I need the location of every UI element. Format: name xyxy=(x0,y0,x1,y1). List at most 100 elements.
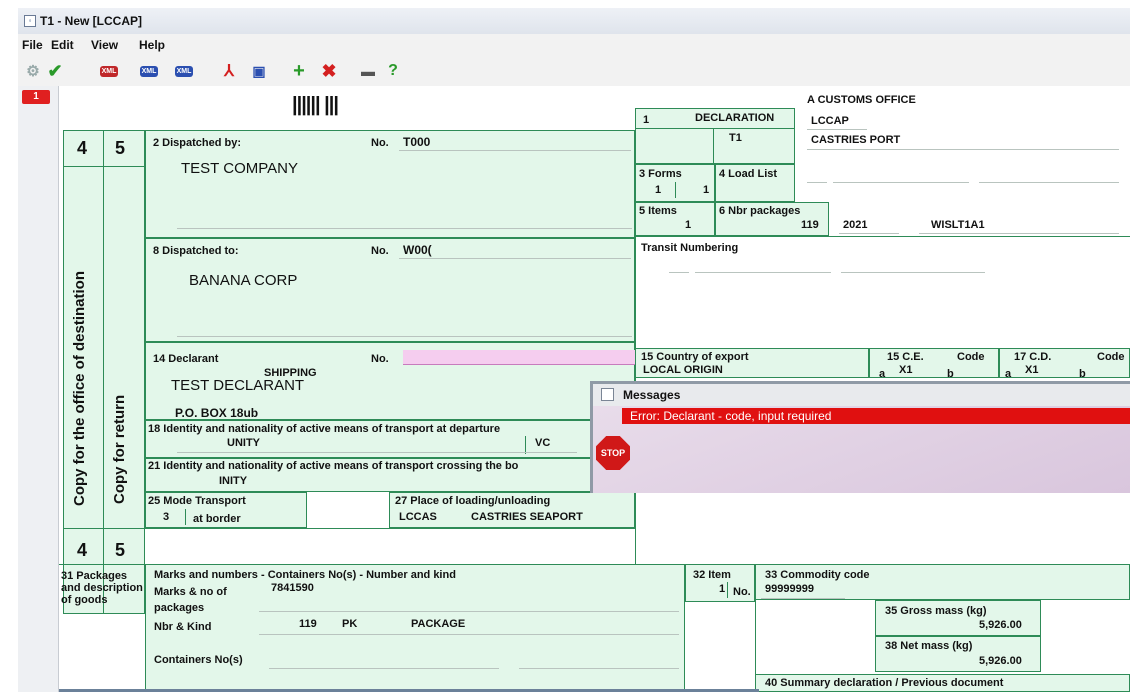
messages-dialog: Messages Error: Declarant - code, input … xyxy=(590,381,1130,493)
page-tab-1[interactable]: 1 xyxy=(22,90,50,104)
box-2-address-underline xyxy=(177,228,632,229)
ref-line xyxy=(833,182,969,183)
ref-year: 2021 xyxy=(843,219,868,231)
menu-help[interactable]: Help xyxy=(139,38,165,52)
customs-office-code[interactable]: LCCAP xyxy=(811,115,849,127)
customs-office-label: A CUSTOMS OFFICE xyxy=(807,94,916,106)
box-31-containers-underline xyxy=(269,668,499,669)
copy-number-right-bottom: 5 xyxy=(115,540,126,560)
box-33-underline xyxy=(761,598,845,599)
xml-download-icon[interactable]: XML xyxy=(96,59,122,83)
delete-item-icon[interactable]: ✖ xyxy=(316,59,342,83)
box-33-value[interactable]: 99999999 xyxy=(765,583,814,595)
box-31-nbr-value[interactable]: 119 xyxy=(299,618,317,630)
box-31-marks-label: Marks & no of packages xyxy=(154,586,227,614)
box-18-value[interactable]: UNITY xyxy=(227,437,260,449)
box-31-containers-underline-2 xyxy=(519,668,679,669)
pdf-icon[interactable]: ⅄ xyxy=(216,59,242,83)
box-15-value[interactable]: LOCAL ORIGIN xyxy=(643,364,723,376)
box-3-b[interactable]: 1 xyxy=(703,184,709,196)
box-5-label: 5 Items xyxy=(639,205,677,217)
box-14-no-field[interactable] xyxy=(403,350,635,365)
box-8-no-underline xyxy=(399,258,631,259)
divider xyxy=(63,166,145,167)
box-8-address-underline xyxy=(177,336,632,337)
validate-check-icon[interactable]: ✔ xyxy=(42,59,68,83)
box-21-value[interactable]: INITY xyxy=(219,475,247,487)
box-31-header: Marks and numbers - Containers No(s) - N… xyxy=(154,569,456,581)
box-3-label: 3 Forms xyxy=(639,168,682,180)
box-32-label: 32 Item xyxy=(693,569,731,581)
box-2-name-field[interactable]: TEST COMPANY xyxy=(181,160,298,177)
box-27-code[interactable]: LCCAS xyxy=(399,511,437,523)
box-27-name: CASTRIES SEAPORT xyxy=(471,511,583,523)
box-14-name-field[interactable]: TEST DECLARANT xyxy=(171,377,304,394)
xml-export-icon[interactable]: XML xyxy=(136,59,162,83)
box-38-label: 38 Net mass (kg) xyxy=(885,640,973,652)
box-25-label: 25 Mode Transport xyxy=(148,495,246,507)
box-6-label: 6 Nbr packages xyxy=(719,205,801,217)
copy-number-left-bottom: 4 xyxy=(77,540,88,560)
messages-header: Messages xyxy=(593,384,1130,406)
print-icon[interactable]: ▬ xyxy=(355,59,381,83)
box-6-value: 119 xyxy=(801,219,819,231)
add-item-icon[interactable]: + xyxy=(286,59,312,83)
ref-line xyxy=(979,182,1119,183)
box-31-nbr-underline xyxy=(259,634,679,635)
messages-title: Messages xyxy=(623,388,681,402)
box-25-sub: at border xyxy=(193,513,241,525)
ref-code-underline xyxy=(919,233,1119,234)
box-18-label: 18 Identity and nationality of active me… xyxy=(148,423,501,435)
box-31-containers-label: Containers No(s) xyxy=(154,654,243,666)
copy-number-left: 4 xyxy=(77,138,88,158)
box-31-marks-underline xyxy=(259,611,679,612)
menu-file[interactable]: File xyxy=(22,38,43,52)
transit-line xyxy=(695,272,831,273)
box-35-value[interactable]: 5,926.00 xyxy=(979,619,1022,631)
window-menu-icon[interactable]: ◦ xyxy=(24,15,36,27)
divider xyxy=(63,528,145,529)
transit-line xyxy=(841,272,985,273)
menu-edit[interactable]: Edit xyxy=(51,38,74,52)
box-33-label: 33 Commodity code xyxy=(765,569,870,581)
divider xyxy=(635,128,795,129)
box-38-value[interactable]: 5,926.00 xyxy=(979,655,1022,667)
menu-view[interactable]: View xyxy=(91,38,118,52)
box-8-name-field[interactable]: BANANA CORP xyxy=(189,272,297,289)
barcode: |||||| ||| xyxy=(292,94,339,116)
customs-office-code-underline xyxy=(807,129,867,130)
box-15-label: 15 Country of export xyxy=(641,351,749,363)
box-31-label: 31 Packages and description of goods xyxy=(61,570,143,606)
box-15ce-b: b xyxy=(947,368,954,380)
box-17cd-value[interactable]: X1 xyxy=(1025,364,1038,376)
copy-return-label: Copy for return xyxy=(111,394,128,504)
box-31-kind-code[interactable]: PK xyxy=(342,618,357,630)
box-31-kind-name: PACKAGE xyxy=(411,618,466,630)
box-3-a[interactable]: 1 xyxy=(655,184,661,196)
preview-icon[interactable]: ▣ xyxy=(246,59,272,83)
box-2-label: 2 Dispatched by: xyxy=(153,137,242,149)
box-2-no-label: No. xyxy=(371,137,389,149)
box-2-no-underline xyxy=(399,150,631,151)
box-8-no-field[interactable]: W00( xyxy=(403,243,432,257)
copy-destination-label: Copy for the office of destination xyxy=(71,271,88,506)
error-message[interactable]: Error: Declarant - code, input required xyxy=(622,408,1130,424)
messages-window-icon[interactable] xyxy=(601,388,614,401)
box-25-value[interactable]: 3 xyxy=(163,511,169,523)
customs-office-name: CASTRIES PORT xyxy=(811,134,901,146)
box-15ce-label: 15 C.E. xyxy=(887,351,924,363)
box-15ce-value[interactable]: X1 xyxy=(899,364,912,376)
help-icon[interactable]: ? xyxy=(380,59,406,83)
copy-number-right: 5 xyxy=(115,138,126,158)
xml-import-icon[interactable]: XML xyxy=(171,59,197,83)
box-18-nationality[interactable]: VC xyxy=(535,437,550,449)
box-32-value: 1 xyxy=(719,583,726,595)
box-2-no-field[interactable]: T000 xyxy=(403,135,430,149)
box-31-marks-value[interactable]: 7841590 xyxy=(271,582,314,594)
box-8-no-label: No. xyxy=(371,245,389,257)
box-1-declaration-field[interactable]: T1 xyxy=(729,132,742,144)
customs-office-name-underline xyxy=(807,149,1119,150)
toolbar: ⚙ ✔ XML XML XML ⅄ ▣ + ✖ ▬ ? xyxy=(18,56,1130,87)
box-14-address: P.O. BOX 18ub xyxy=(175,406,259,420)
box-31-nbr-label: Nbr & Kind xyxy=(154,621,212,633)
